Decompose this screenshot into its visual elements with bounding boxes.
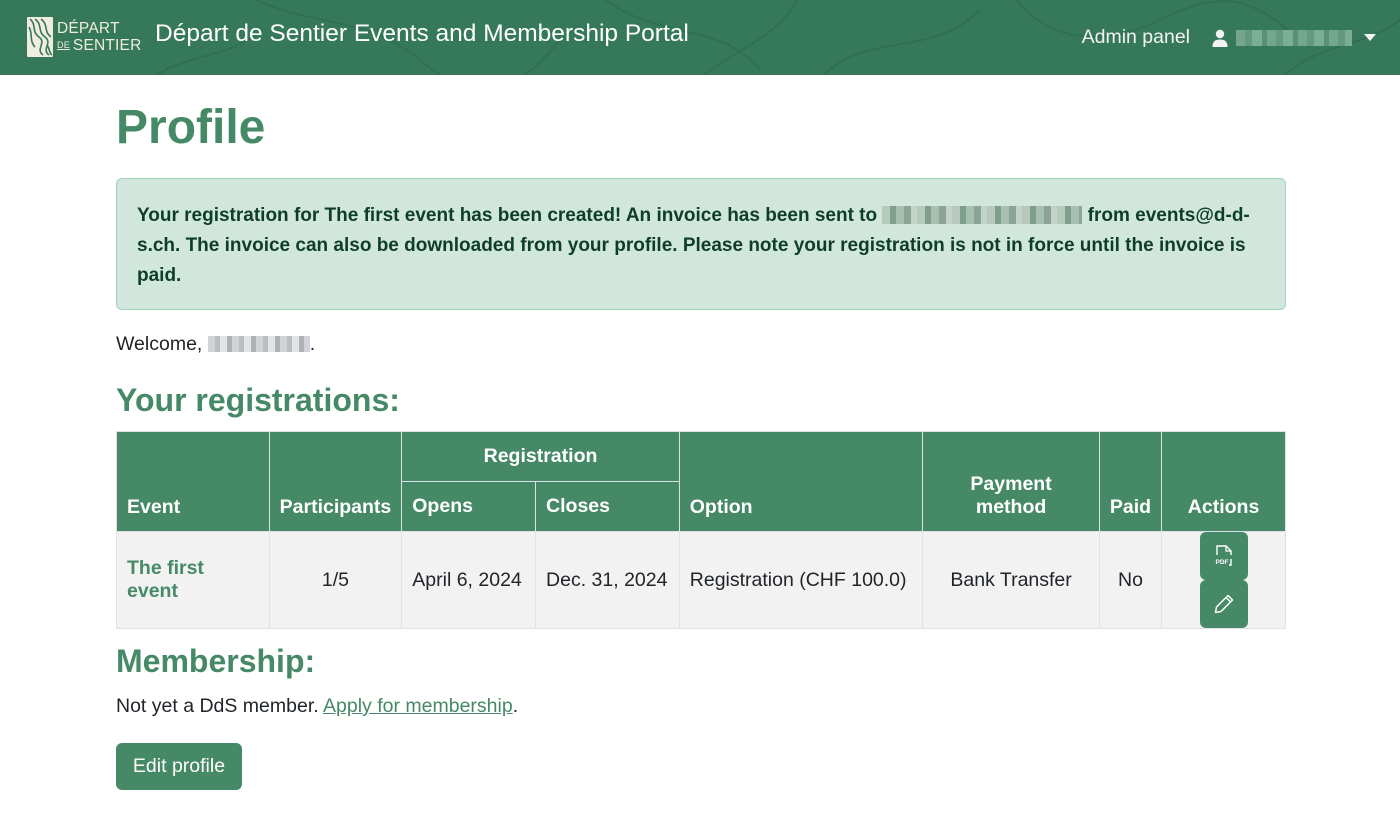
alert-text-part-1: Your registration for The first event ha… — [137, 205, 883, 226]
user-name-redacted — [207, 336, 310, 352]
welcome-message: Welcome, . — [116, 333, 315, 356]
membership-text: Not yet a DdS member. — [116, 695, 324, 717]
cell-paid: No — [1098, 531, 1163, 629]
header-paid: Paid — [1098, 431, 1163, 532]
cell-opens: April 6, 2024 — [401, 531, 537, 629]
cell-option: Registration (CHF 100.0) — [678, 531, 924, 629]
svg-text:PDF: PDF — [1215, 559, 1228, 566]
cell-event: The first event — [116, 531, 270, 629]
logo-mark-icon — [27, 17, 53, 57]
cell-actions: PDF — [1161, 531, 1286, 629]
email-redacted — [882, 206, 1083, 224]
navbar-right: Admin panel — [1082, 26, 1376, 49]
welcome-suffix: . — [309, 333, 316, 355]
user-menu-dropdown[interactable] — [1212, 29, 1376, 47]
pdf-download-icon: PDF — [1215, 545, 1232, 566]
membership-status: Not yet a DdS member. Apply for membersh… — [116, 695, 518, 718]
logo-text: DÉPART DE SENTIER — [57, 20, 141, 54]
logo-de: DE — [57, 40, 70, 50]
cell-participants: 1/5 — [268, 531, 403, 629]
app-title[interactable]: Départ de Sentier Events and Membership … — [155, 20, 689, 48]
header-participants: Participants — [268, 431, 403, 532]
user-name-redacted — [1236, 29, 1352, 46]
header-opens: Opens — [401, 481, 537, 532]
header-payment-method: Payment method — [922, 431, 1100, 532]
header-option: Option — [678, 431, 924, 532]
brand-logo[interactable]: DÉPART DE SENTIER — [27, 17, 141, 57]
membership-title: Membership: — [116, 643, 316, 679]
admin-panel-link[interactable]: Admin panel — [1082, 26, 1190, 49]
logo-line-1: DÉPART — [57, 20, 120, 37]
apply-membership-link[interactable]: Apply for membership — [323, 695, 513, 717]
logo-line-2: SENTIER — [72, 37, 142, 54]
edit-registration-button[interactable] — [1199, 580, 1248, 628]
header-registration-group: Registration — [401, 431, 680, 482]
top-navbar: DÉPART DE SENTIER Départ de Sentier Even… — [0, 0, 1400, 75]
cell-payment-method: Bank Transfer — [922, 531, 1100, 629]
header-actions: Actions — [1161, 431, 1286, 532]
table-row: The first event 1/5 April 6, 2024 Dec. 3… — [116, 531, 1286, 629]
welcome-prefix: Welcome, — [116, 333, 208, 355]
registrations-table: Event Participants Registration Option P… — [116, 431, 1286, 629]
registrations-title: Your registrations: — [116, 382, 400, 418]
membership-suffix: . — [512, 695, 519, 717]
cell-closes: Dec. 31, 2024 — [535, 531, 680, 629]
user-icon — [1212, 29, 1228, 47]
page-title: Profile — [116, 101, 266, 154]
header-closes: Closes — [535, 481, 680, 532]
edit-profile-button[interactable]: Edit profile — [116, 743, 242, 790]
success-alert: Your registration for The first event ha… — [116, 178, 1286, 310]
caret-down-icon — [1364, 34, 1376, 41]
event-link[interactable]: The first event — [127, 557, 204, 602]
header-event: Event — [116, 431, 270, 532]
download-invoice-button[interactable]: PDF — [1199, 532, 1248, 580]
pencil-edit-icon — [1214, 594, 1233, 614]
